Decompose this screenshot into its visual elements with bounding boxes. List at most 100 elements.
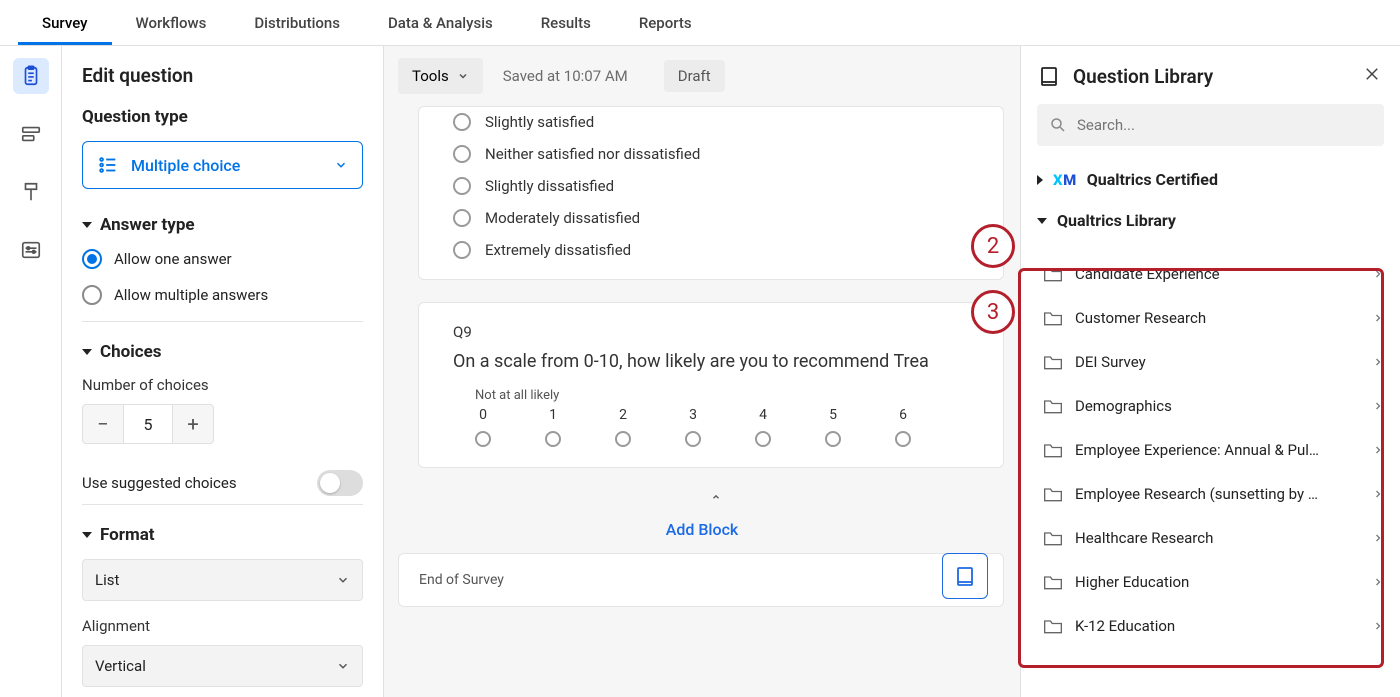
draft-badge: Draft <box>664 60 725 92</box>
book-icon <box>1037 64 1061 88</box>
panel-title: Edit question <box>82 64 363 87</box>
mc-option[interactable]: Slightly satisfied <box>453 113 969 131</box>
scale-point[interactable]: 0 <box>475 407 491 447</box>
radio-icon <box>82 285 102 305</box>
library-folder[interactable]: Employee Experience: Annual & Puls... <box>1043 428 1384 472</box>
rail-look-feel-icon[interactable] <box>13 174 49 210</box>
xm-logo-icon: XM <box>1053 171 1077 189</box>
alignment-select[interactable]: Vertical <box>82 645 363 687</box>
library-folder[interactable]: K-12 Education <box>1043 604 1384 648</box>
chevron-right-icon <box>1372 400 1384 412</box>
mc-option[interactable]: Extremely dissatisfied <box>453 241 969 259</box>
tools-menu-button[interactable]: Tools <box>398 58 483 94</box>
answer-multi-radio[interactable]: Allow multiple answers <box>82 285 363 305</box>
folder-icon <box>1043 617 1063 635</box>
question-text[interactable]: On a scale from 0-10, how likely are you… <box>453 351 969 372</box>
folder-icon <box>1043 529 1063 547</box>
library-folders: Candidate Experience Customer Research D… <box>1037 252 1384 648</box>
stepper-decrement[interactable]: − <box>83 405 123 443</box>
library-folder[interactable]: Healthcare Research <box>1043 516 1384 560</box>
question-type-value: Multiple choice <box>131 156 240 175</box>
stepper-increment[interactable]: + <box>173 405 213 443</box>
format-header[interactable]: Format <box>82 525 363 545</box>
tab-distributions[interactable]: Distributions <box>230 0 364 45</box>
scale-point[interactable]: 4 <box>755 407 771 447</box>
chevron-down-icon <box>334 158 348 172</box>
library-folder[interactable]: Demographics <box>1043 384 1384 428</box>
tab-survey[interactable]: Survey <box>18 0 112 45</box>
scale-anchor-left: Not at all likely <box>475 388 969 403</box>
tab-workflows[interactable]: Workflows <box>112 0 231 45</box>
num-choices-label: Number of choices <box>82 376 363 394</box>
scale-point[interactable]: 1 <box>545 407 561 447</box>
chevron-down-icon <box>457 70 469 82</box>
top-tabs: Survey Workflows Distributions Data & An… <box>0 0 1400 46</box>
scale-point[interactable]: 3 <box>685 407 701 447</box>
library-search[interactable] <box>1037 104 1384 146</box>
library-folder[interactable]: Candidate Experience <box>1043 252 1384 296</box>
book-icon <box>953 564 977 588</box>
close-icon <box>1363 65 1381 83</box>
folder-icon <box>1043 397 1063 415</box>
library-folder[interactable]: Employee Research (sunsetting by en... <box>1043 472 1384 516</box>
question-library-panel: Question Library XM Qualtrics Certified … <box>1020 46 1400 697</box>
library-folder[interactable]: Customer Research <box>1043 296 1384 340</box>
chevron-down-icon <box>336 573 350 587</box>
add-block-button[interactable]: Add Block <box>384 520 1020 539</box>
block-collapse-button[interactable] <box>412 490 1020 506</box>
chevron-right-icon <box>1372 620 1384 632</box>
survey-canvas: Tools Saved at 10:07 AM Draft Slightly s… <box>384 46 1020 697</box>
bullet-list-icon <box>97 154 119 176</box>
chevron-right-icon <box>1372 356 1384 368</box>
chevron-right-icon <box>1372 488 1384 500</box>
tab-reports[interactable]: Reports <box>615 0 716 45</box>
answer-one-radio[interactable]: Allow one answer <box>82 249 363 269</box>
library-folder[interactable]: DEI Survey <box>1043 340 1384 384</box>
library-folder[interactable]: Higher Education <box>1043 560 1384 604</box>
chevron-down-icon <box>336 659 350 673</box>
question-card-q9[interactable]: Q9 On a scale from 0-10, how likely are … <box>418 302 1004 468</box>
tab-results[interactable]: Results <box>517 0 615 45</box>
close-button[interactable] <box>1360 64 1384 88</box>
question-type-label: Question type <box>82 107 363 127</box>
rail-builder-icon[interactable] <box>13 58 49 94</box>
caret-down-icon <box>82 532 92 538</box>
folder-icon <box>1043 353 1063 371</box>
format-select[interactable]: List <box>82 559 363 601</box>
chevron-right-icon <box>1372 532 1384 544</box>
library-search-input[interactable] <box>1077 116 1372 134</box>
saved-status: Saved at 10:07 AM <box>503 67 628 85</box>
scale-point[interactable]: 6 <box>895 407 911 447</box>
mc-option[interactable]: Slightly dissatisfied <box>453 177 969 195</box>
library-fab-button[interactable] <box>942 553 988 599</box>
chevron-right-icon <box>1372 576 1384 588</box>
qualtrics-certified-header[interactable]: XM Qualtrics Certified <box>1037 170 1384 189</box>
answer-type-header[interactable]: Answer type <box>82 215 363 235</box>
suggested-choices-toggle[interactable] <box>317 470 363 496</box>
mc-option[interactable]: Neither satisfied nor dissatisfied <box>453 145 969 163</box>
chevron-right-icon <box>1372 444 1384 456</box>
chevron-right-icon <box>1372 268 1384 280</box>
question-number: Q9 <box>453 323 969 341</box>
scale-point[interactable]: 5 <box>825 407 841 447</box>
question-card-prev[interactable]: Slightly satisfied Neither satisfied nor… <box>418 106 1004 280</box>
scale-point[interactable]: 2 <box>615 407 631 447</box>
caret-down-icon <box>82 222 92 228</box>
caret-down-icon <box>1037 218 1047 224</box>
caret-down-icon <box>82 349 92 355</box>
alignment-label: Alignment <box>82 617 363 635</box>
choices-header[interactable]: Choices <box>82 342 363 362</box>
radio-icon <box>82 249 102 269</box>
rail-flow-icon[interactable] <box>13 116 49 152</box>
qualtrics-library-header[interactable]: Qualtrics Library <box>1037 211 1384 230</box>
folder-icon <box>1043 265 1063 283</box>
chevron-right-icon <box>1372 312 1384 324</box>
left-rail <box>0 46 62 697</box>
question-type-selector[interactable]: Multiple choice <box>82 141 363 189</box>
stepper-value: 5 <box>123 405 173 443</box>
rail-options-icon[interactable] <box>13 232 49 268</box>
tab-data-analysis[interactable]: Data & Analysis <box>364 0 517 45</box>
folder-icon <box>1043 485 1063 503</box>
mc-option[interactable]: Moderately dissatisfied <box>453 209 969 227</box>
end-of-survey-block[interactable]: End of Survey <box>398 553 1004 607</box>
